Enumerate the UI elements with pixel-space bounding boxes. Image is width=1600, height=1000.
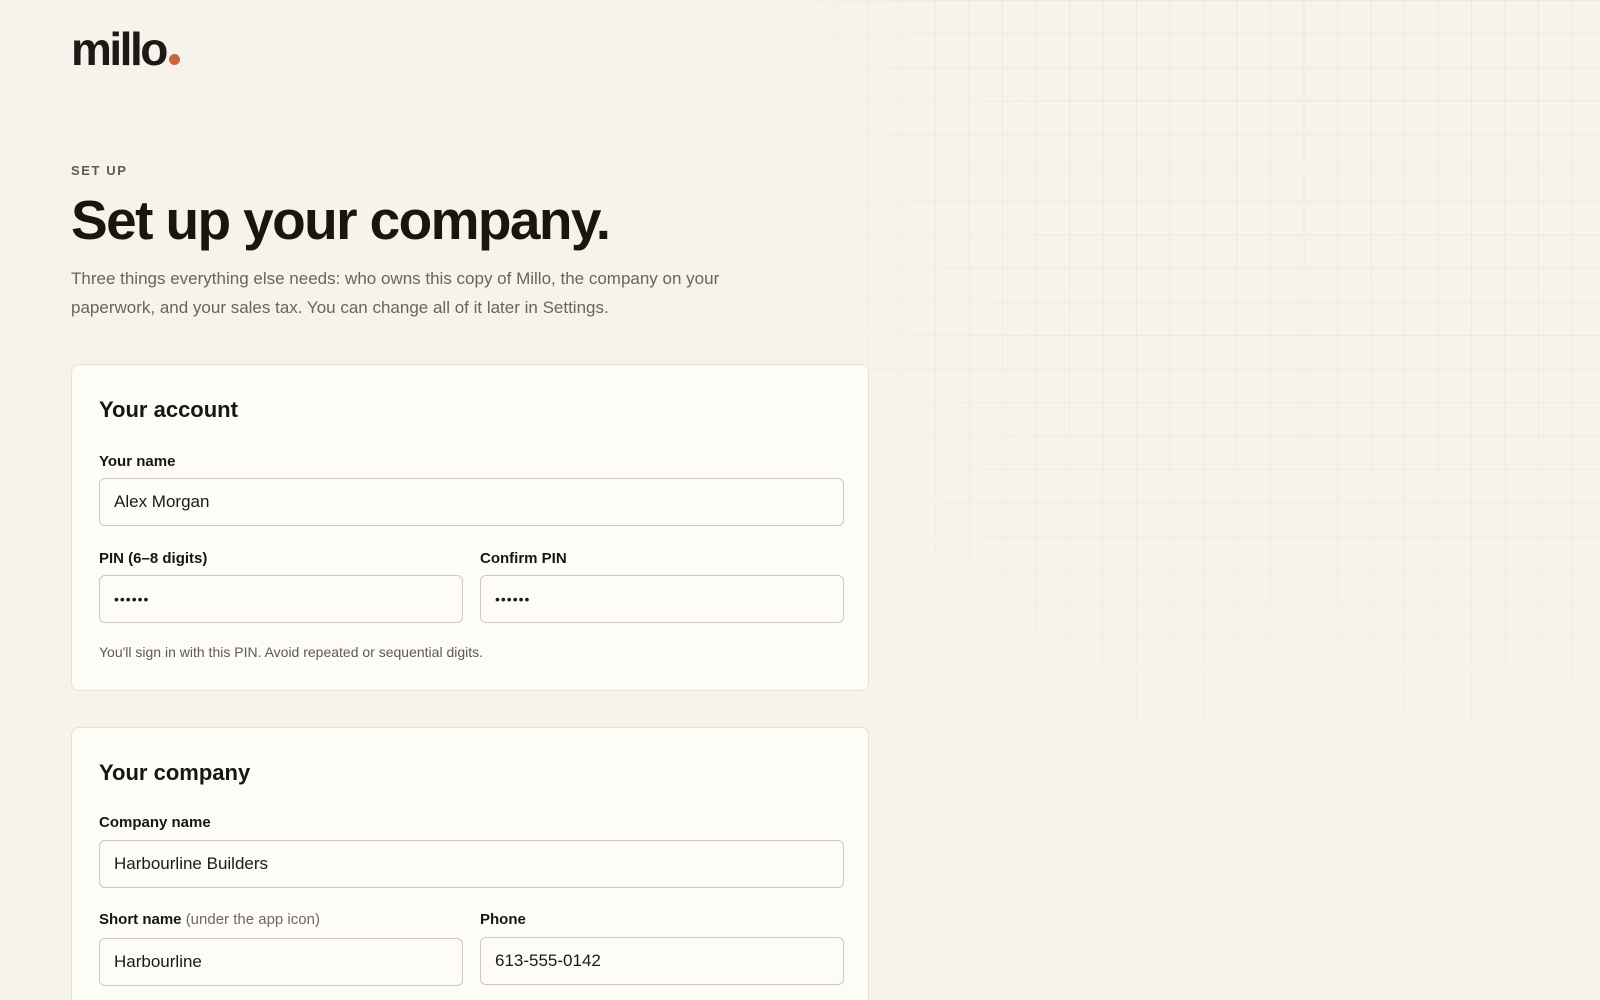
page-intro: Three things everything else needs: who … xyxy=(71,269,720,317)
setup-page: millo SET UP Set up your company. Three … xyxy=(0,0,1600,1000)
pin-input[interactable] xyxy=(99,575,463,623)
company-name-label: Company name xyxy=(99,814,211,831)
millo-logo: millo xyxy=(71,26,180,72)
company-card: Your company Company name Short name (un… xyxy=(71,727,869,1000)
account-card: Your account Your name PIN (6–8 digits) … xyxy=(71,364,869,691)
phone-label: Phone xyxy=(480,911,526,928)
company-name-input[interactable] xyxy=(99,840,844,888)
short-name-label: Short name (under the app icon) xyxy=(99,911,320,928)
confirm-pin-input[interactable] xyxy=(480,575,844,623)
short-name-input[interactable] xyxy=(99,938,463,986)
phone-input[interactable] xyxy=(480,937,844,985)
logo-dot-icon xyxy=(168,54,180,65)
your-name-label: Your name xyxy=(99,453,176,470)
pin-helper-text: You'll sign in with this PIN. Avoid repe… xyxy=(99,644,484,660)
pin-label: PIN (6–8 digits) xyxy=(99,550,208,567)
account-card-title: Your account xyxy=(99,397,238,422)
confirm-pin-label: Confirm PIN xyxy=(480,550,567,567)
short-name-hint: (under the app icon) xyxy=(185,911,320,928)
company-card-title: Your company xyxy=(99,760,251,785)
page-title: Set up your company. xyxy=(71,189,611,251)
logo-wordmark: millo xyxy=(71,23,168,75)
short-name-label-text: Short name xyxy=(99,911,182,928)
eyebrow-label: SET UP xyxy=(71,163,128,178)
your-name-input[interactable] xyxy=(99,478,844,526)
